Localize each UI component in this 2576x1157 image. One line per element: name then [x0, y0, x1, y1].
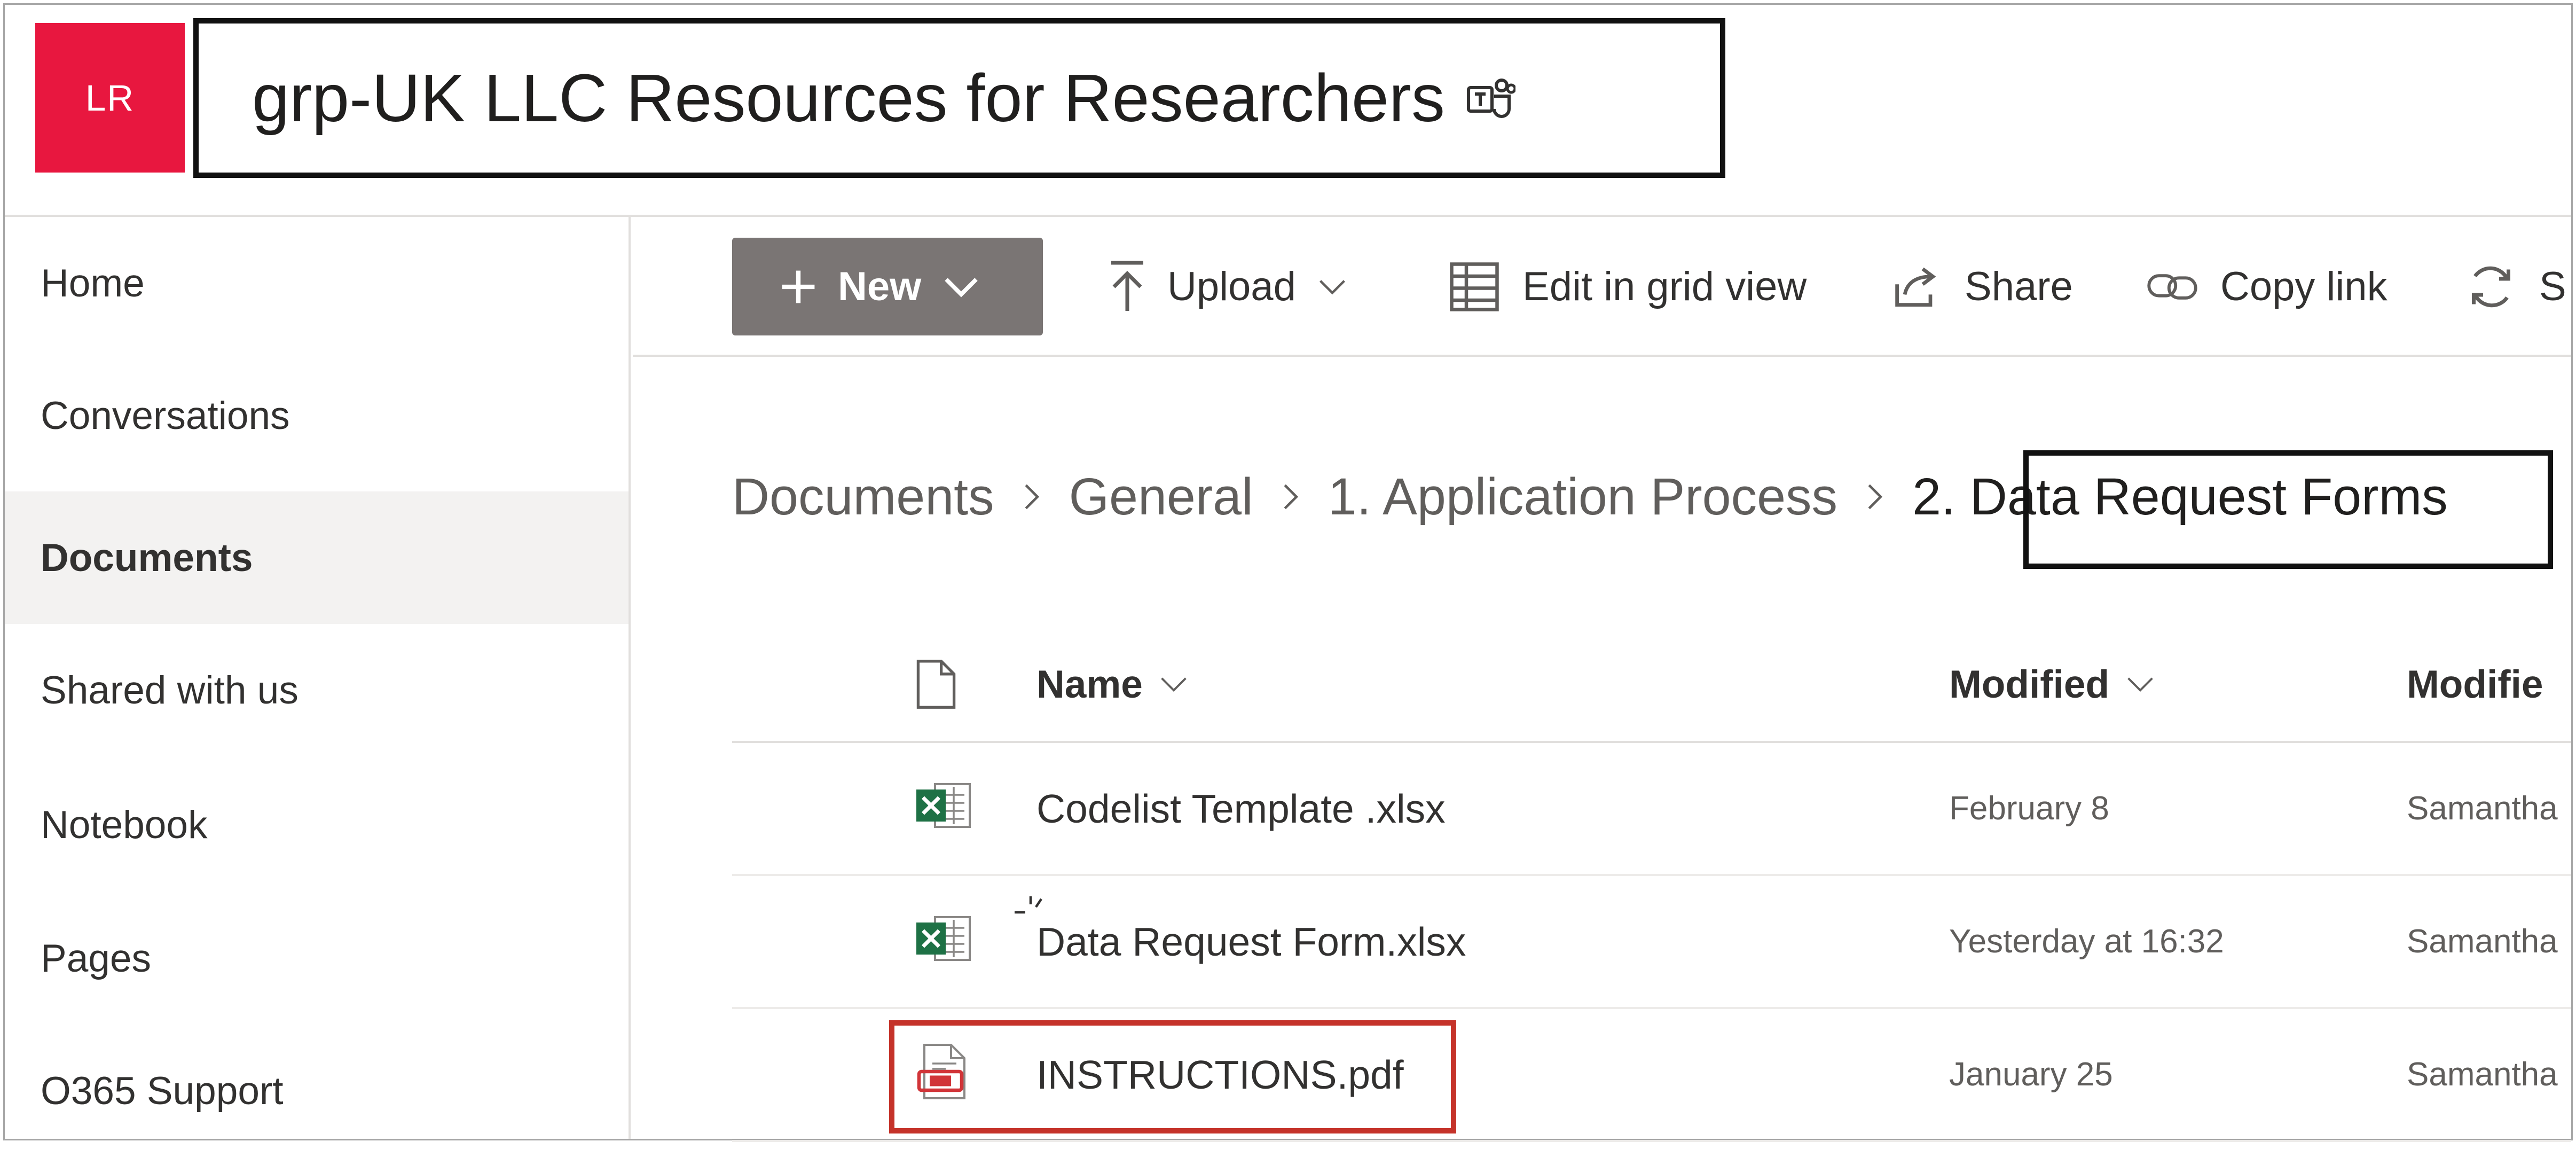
edit-in-grid-view-button[interactable]: Edit in grid view: [1448, 238, 1807, 335]
breadcrumb: Documents General 1. Application Process…: [732, 459, 2448, 534]
sync-button[interactable]: S: [2464, 238, 2566, 335]
breadcrumb-item-documents[interactable]: Documents: [732, 467, 994, 527]
modified-date: Yesterday at 16:32: [1949, 923, 2224, 960]
list-header: Name Modified Modifie: [732, 628, 2571, 743]
name-column-header[interactable]: Name: [1036, 628, 1189, 741]
excel-file-icon: [914, 776, 972, 838]
new-button-label: New: [838, 264, 922, 309]
table-row[interactable]: Data Request Form.xlsx Yesterday at 16:3…: [732, 876, 2571, 1009]
modified-by[interactable]: Samantha: [2407, 876, 2558, 1007]
modified-date: February 8: [1949, 790, 2109, 827]
file-name[interactable]: Data Request Form.xlsx: [1036, 876, 1466, 1007]
site-header: LR grp-UK LLC Resources for Researchers: [5, 5, 2571, 217]
site-title[interactable]: grp-UK LLC Resources for Researchers: [252, 59, 1445, 137]
nav-item-o365-support[interactable]: O365 Support: [5, 1025, 629, 1157]
new-button[interactable]: New: [732, 238, 1043, 335]
new-file-sparkle-icon: [1015, 896, 1047, 926]
edit-in-grid-view-label: Edit in grid view: [1522, 264, 1807, 309]
nav-item-shared-with-us[interactable]: Shared with us: [5, 624, 629, 756]
chevron-down-icon: [2127, 677, 2153, 692]
sync-icon: [2472, 266, 2510, 307]
share-button[interactable]: Share: [1892, 238, 2073, 335]
nav-item-notebook[interactable]: Notebook: [5, 759, 629, 891]
link-icon: [2147, 273, 2197, 300]
chevron-right-icon: [1865, 481, 1884, 513]
file-name[interactable]: INSTRUCTIONS.pdf: [1036, 1009, 1404, 1140]
breadcrumb-item-general[interactable]: General: [1069, 467, 1253, 527]
site-title-highlight: grp-UK LLC Resources for Researchers: [193, 18, 1725, 178]
share-label: Share: [1965, 264, 2073, 309]
pdf-file-icon: [914, 1042, 972, 1104]
plus-icon: [782, 270, 815, 303]
excel-file-icon: [914, 909, 972, 971]
share-icon: [1895, 267, 1936, 307]
nav-item-pages[interactable]: Pages: [5, 892, 629, 1025]
chevron-right-icon: [1281, 481, 1300, 513]
nav-item-conversations[interactable]: Conversations: [5, 349, 629, 482]
command-bar: New Upload Edit in grid view Share Copy …: [633, 217, 2571, 357]
breadcrumb-item-application-process[interactable]: 1. Application Process: [1328, 467, 1837, 527]
left-navigation: Home Conversations Documents Shared with…: [5, 217, 631, 1139]
modified-by[interactable]: Samantha: [2407, 1009, 2558, 1140]
upload-icon: [1111, 261, 1143, 311]
sync-label: S: [2539, 264, 2566, 309]
file-name[interactable]: Codelist Template .xlsx: [1036, 743, 1446, 874]
copy-link-button[interactable]: Copy link: [2146, 238, 2387, 335]
file-type-column-header[interactable]: [915, 628, 957, 741]
site-logo[interactable]: LR: [35, 23, 185, 173]
modified-by[interactable]: Samantha: [2407, 743, 2558, 874]
chevron-down-icon: [1319, 279, 1345, 294]
modified-column-header[interactable]: Modified: [1949, 628, 2155, 741]
upload-button[interactable]: Upload: [1109, 238, 1347, 335]
chevron-down-icon: [945, 277, 978, 297]
modified-date: January 25: [1949, 1056, 2113, 1093]
chevron-down-icon: [1161, 677, 1187, 692]
document-icon: [916, 660, 956, 709]
chevron-right-icon: [1022, 481, 1041, 513]
grid-icon: [1450, 262, 1499, 311]
copy-link-label: Copy link: [2220, 264, 2387, 309]
table-row[interactable]: INSTRUCTIONS.pdf January 25 Samantha: [732, 1009, 2571, 1142]
nav-item-home[interactable]: Home: [5, 217, 629, 349]
nav-item-documents[interactable]: Documents: [5, 491, 629, 624]
modified-by-column-header[interactable]: Modifie: [2407, 628, 2543, 741]
breadcrumb-current: 2. Data Request Forms: [1912, 467, 2448, 526]
teams-icon[interactable]: [1466, 77, 1515, 120]
table-row[interactable]: Codelist Template .xlsx February 8 Saman…: [732, 743, 2571, 876]
upload-label: Upload: [1167, 264, 1296, 309]
